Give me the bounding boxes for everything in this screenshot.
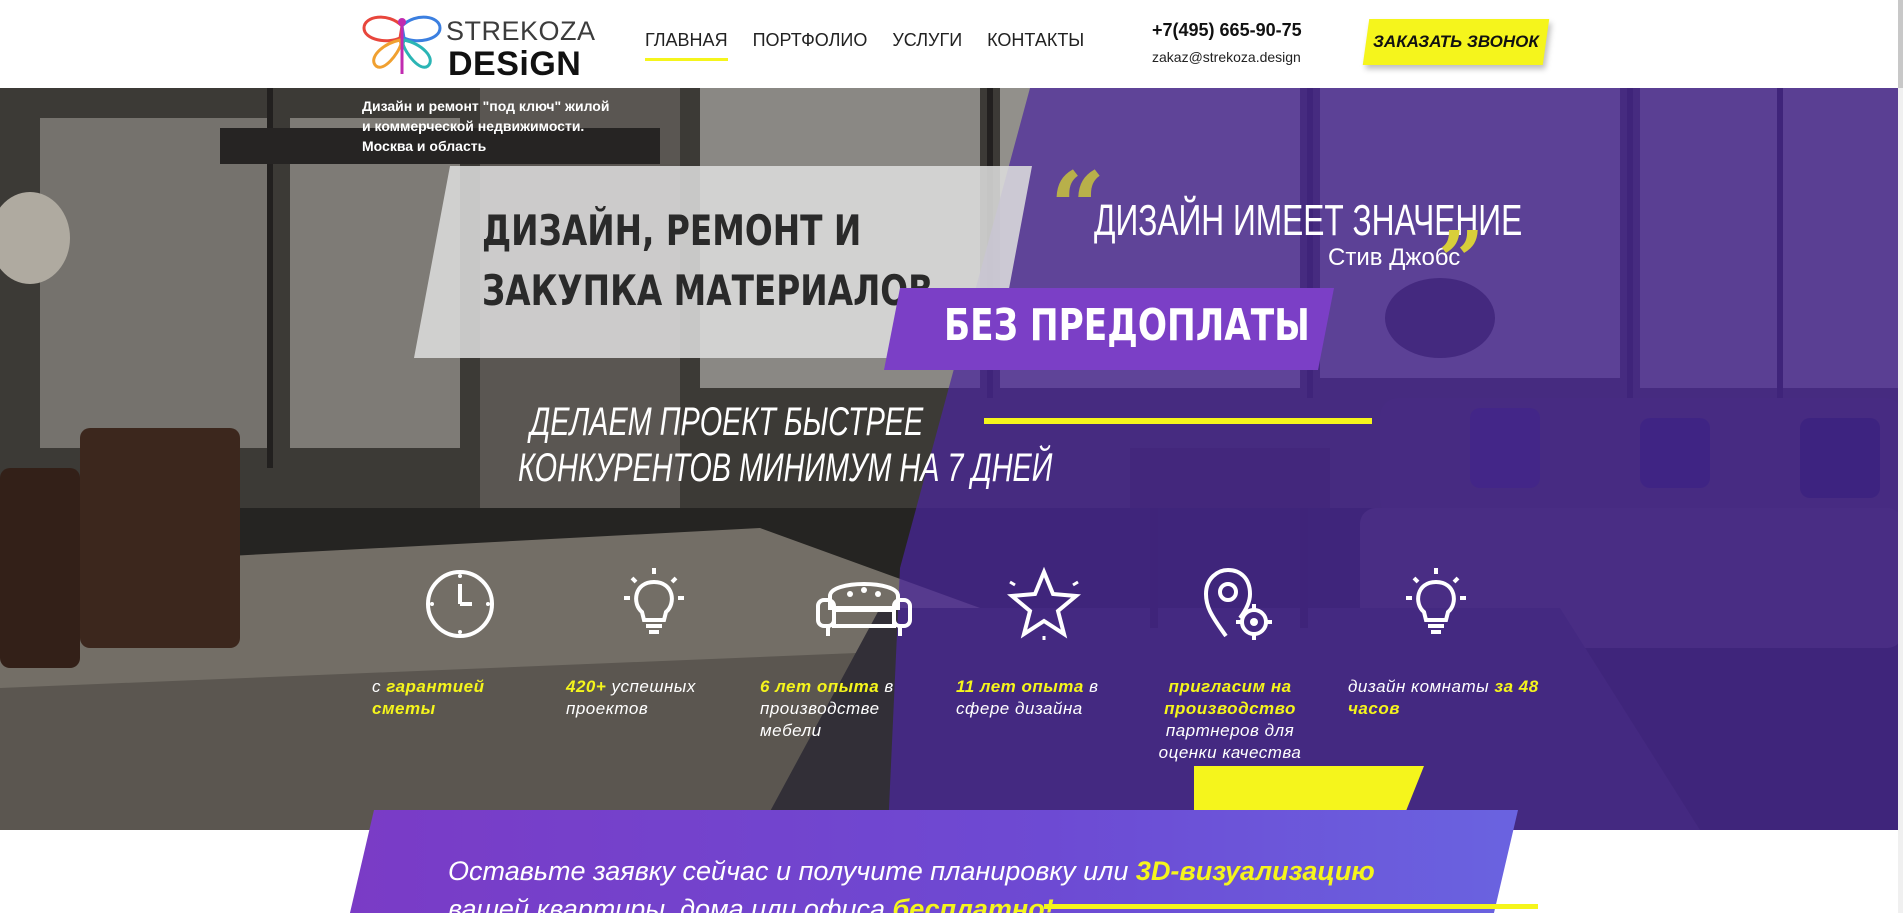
cta-highlight-3d: 3D-визуализацию bbox=[1135, 856, 1375, 886]
sofa-icon bbox=[816, 582, 912, 636]
feature-partners-text: партнеров для оценки качества bbox=[1158, 721, 1302, 762]
site-header: STREKOZA DESiGN ГЛАВНАЯ ПОРТФОЛИО УСЛУГИ… bbox=[0, 0, 1903, 88]
feature-projects-highlight: 420+ bbox=[566, 677, 607, 696]
logo[interactable]: STREKOZA DESiGN bbox=[358, 12, 595, 83]
cta-accent-line bbox=[1044, 904, 1538, 909]
nav-services[interactable]: УСЛУГИ bbox=[892, 30, 962, 61]
feature-room-design-text: дизайн комнаты bbox=[1348, 677, 1490, 696]
email-address[interactable]: zakaz@strekoza.design bbox=[1152, 49, 1301, 65]
scrollbar[interactable] bbox=[1898, 0, 1903, 913]
clock-icon bbox=[426, 570, 494, 638]
feature-room-design: дизайн комнаты за 48 часов bbox=[1348, 676, 1548, 720]
hero-subtitle: Дизайн и ремонт "под ключ" жилой и комме… bbox=[362, 98, 610, 154]
logo-text-bottom: DESiGN bbox=[448, 45, 582, 83]
order-call-label: ЗАКАЗАТЬ ЗВОНОК bbox=[1373, 32, 1539, 51]
yellow-accent-block bbox=[1194, 766, 1424, 812]
location-gear-icon bbox=[1203, 567, 1272, 640]
feature-guarantee: с гарантией сметы bbox=[372, 676, 552, 720]
feature-design-years: 11 лет опыта в сфере дизайна bbox=[956, 676, 1126, 720]
hero-section: Дизайн и ремонт "под ключ" жилой и комме… bbox=[0, 88, 1903, 830]
nav-contacts[interactable]: КОНТАКТЫ bbox=[987, 30, 1084, 61]
cta-text-part1: Оставьте заявку сейчас и получите планир… bbox=[448, 856, 1129, 886]
cta-highlight-free: бесплатно! bbox=[892, 894, 1054, 913]
main-nav: ГЛАВНАЯ ПОРТФОЛИО УСЛУГИ КОНТАКТЫ bbox=[645, 30, 1084, 61]
no-prepay-label: БЕЗ ПРЕДОПЛАТЫ bbox=[944, 300, 1310, 351]
speed-claim-line1: ДЕЛАЕМ ПРОЕКТ БЫСТРЕЕ bbox=[530, 400, 924, 444]
feature-design-years-highlight: 11 лет опыта bbox=[956, 677, 1084, 696]
nav-home[interactable]: ГЛАВНАЯ bbox=[645, 30, 728, 61]
lightbulb-icon bbox=[624, 568, 684, 634]
feature-partners: пригласим на производство партнеров для … bbox=[1146, 676, 1314, 764]
feature-guarantee-highlight: гарантией сметы bbox=[372, 677, 485, 718]
cta-text-part2: вашей квартиры, дома или офиса bbox=[448, 894, 885, 913]
dragonfly-logo-icon bbox=[362, 15, 442, 74]
quote-close-icon: ” bbox=[1438, 213, 1485, 307]
logo-text-top: STREKOZA bbox=[446, 16, 596, 46]
feature-furniture-highlight: 6 лет опыта bbox=[760, 677, 880, 696]
phone-number[interactable]: +7(495) 665-90-75 bbox=[1152, 20, 1302, 41]
speed-claim-line2: КОНКУРЕНТОВ МИНИМУМ НА 7 ДНЕЙ bbox=[518, 446, 1053, 490]
feature-guarantee-pre: с bbox=[372, 677, 381, 696]
scrollbar-thumb[interactable] bbox=[1898, 0, 1903, 88]
lightbulb-icon bbox=[1406, 568, 1466, 634]
feature-furniture: 6 лет опыта в производстве мебели bbox=[760, 676, 920, 742]
accent-line bbox=[984, 418, 1372, 424]
star-icon bbox=[1006, 566, 1082, 640]
feature-projects: 420+ успешных проектов bbox=[566, 676, 736, 720]
feature-partners-highlight: пригласим на производство bbox=[1164, 677, 1296, 718]
nav-portfolio[interactable]: ПОРТФОЛИО bbox=[753, 30, 868, 61]
order-call-button[interactable]: ЗАКАЗАТЬ ЗВОНОК bbox=[1362, 19, 1550, 65]
